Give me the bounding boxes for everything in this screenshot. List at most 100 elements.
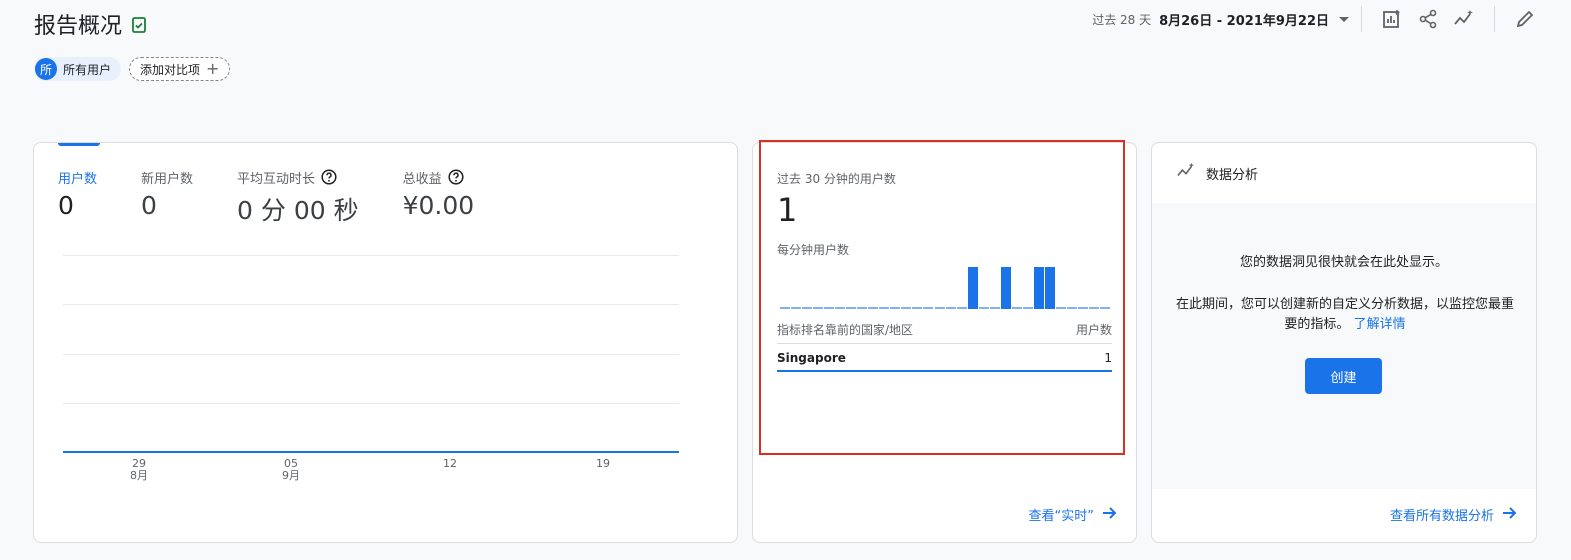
insights-icon: [1176, 162, 1196, 184]
realtime-card: 过去 30 分钟的用户数 1 每分钟用户数 指标排名靠前的国家/地区 用户数 S…: [752, 140, 1137, 543]
per-minute-bar: [912, 307, 923, 309]
per-minute-bar: [945, 307, 956, 309]
learn-more-link[interactable]: 了解详情: [1354, 317, 1406, 332]
chart-gridline: [63, 354, 679, 355]
metric-value: 0: [58, 191, 74, 220]
view-realtime-link[interactable]: 查看“实时”: [1029, 505, 1118, 524]
chart-gridline: [63, 403, 679, 404]
realtime-user-count: 1: [777, 191, 798, 229]
country-share-bar: [777, 370, 1112, 372]
help-icon[interactable]: [448, 169, 464, 185]
country-name: Singapore: [777, 351, 846, 365]
per-minute-bar: [890, 307, 901, 309]
tick-day: 12: [443, 457, 457, 470]
page-title: 报告概况: [34, 8, 148, 40]
per-minute-bar: [1055, 307, 1066, 309]
view-all-insights-label: 查看所有数据分析: [1389, 509, 1494, 524]
date-range-prefix: 过去 28 天: [1092, 12, 1152, 27]
per-minute-bar: [1022, 307, 1033, 309]
chart-gridline: [63, 304, 679, 305]
per-minute-bar: [967, 267, 978, 309]
date-range-picker[interactable]: 8月26日 - 2021年9月22日: [1159, 10, 1349, 29]
insights-card: 数据分析 您的数据洞见很快就会在此处显示。 在此期间，您可以创建新的自定义分析数…: [1151, 142, 1537, 543]
tick-month: 8月: [130, 469, 148, 482]
toolbar: 过去 28 天 8月26日 - 2021年9月22日: [1092, 6, 1543, 32]
users-column-header: 用户数: [1075, 323, 1112, 337]
insights-icon[interactable]: [1453, 8, 1475, 30]
per-minute-bar: [868, 307, 879, 309]
metric-tabs: 用户数 0 新用户数 0 平均互动时长 0 分 00 秒 总收益 ¥0.00: [58, 167, 518, 227]
per-minute-bar-chart: [780, 261, 1111, 309]
per-minute-bar: [813, 307, 824, 309]
tick-day: 19: [596, 457, 610, 470]
per-minute-bar: [1066, 307, 1077, 309]
divider: [1361, 6, 1362, 32]
metric-tab-revenue[interactable]: 总收益 ¥0.00: [402, 167, 475, 227]
per-minute-bar: [846, 307, 857, 309]
segment-chip-label: 所有用户: [63, 62, 112, 77]
plus-icon: +: [206, 59, 220, 78]
metric-value: 0 分 00 秒: [237, 196, 359, 225]
per-minute-bar: [1077, 307, 1088, 309]
per-minute-bar: [835, 307, 846, 309]
share-icon[interactable]: [1417, 8, 1439, 30]
metric-tab-new-users[interactable]: 新用户数 0: [141, 167, 193, 227]
per-minute-bar: [989, 307, 1000, 309]
create-insight-button[interactable]: 创建: [1305, 358, 1382, 394]
insights-description-text: 在此期间，您可以创建新的自定义分析数据，以监控您最重要的指标。: [1175, 297, 1514, 332]
per-minute-bar: [824, 307, 835, 309]
x-axis-tick: 12: [430, 458, 470, 470]
metric-label: 平均互动时长: [237, 171, 316, 187]
country-users: 1: [1104, 351, 1112, 365]
add-comparison-label: 添加对比项: [140, 62, 201, 77]
per-minute-bar: [1000, 267, 1011, 309]
per-minute-bar: [1011, 307, 1022, 309]
insights-description: 在此期间，您可以创建新的自定义分析数据，以监控您最重要的指标。 了解详情: [1172, 295, 1518, 335]
users-trend-line: [63, 451, 679, 453]
arrow-right-icon: [1502, 506, 1518, 524]
help-icon[interactable]: [321, 169, 337, 185]
country-column-header: 指标排名靠前的国家/地区: [777, 323, 914, 337]
per-minute-bar: [802, 307, 813, 309]
metric-tab-users[interactable]: 用户数 0: [58, 167, 97, 227]
chevron-down-icon: [1339, 16, 1349, 22]
comparison-chips: 所 所有用户 添加对比项 +: [34, 57, 231, 81]
country-table-header: 指标排名靠前的国家/地区 用户数: [777, 321, 1112, 338]
metric-label: 新用户数: [141, 171, 194, 187]
chart-gridline: [63, 255, 679, 256]
per-minute-bar: [1033, 267, 1044, 309]
per-minute-bar: [901, 307, 912, 309]
insights-title: 数据分析: [1206, 167, 1259, 183]
per-minute-bar: [791, 307, 801, 309]
divider: [1494, 6, 1495, 32]
edit-pencil-icon[interactable]: [1514, 8, 1536, 30]
customize-report-icon[interactable]: [1381, 8, 1403, 30]
metric-label: 总收益: [402, 171, 442, 187]
x-axis-tick: 05 9月: [271, 458, 311, 482]
realtime-title: 过去 30 分钟的用户数: [777, 172, 896, 186]
per-minute-bar: [978, 307, 989, 309]
per-minute-bar: [934, 307, 945, 309]
per-minute-bar: [780, 307, 790, 309]
metric-value: ¥0.00: [402, 191, 475, 220]
insights-header: 数据分析: [1152, 143, 1536, 203]
x-axis-tick: 29 8月: [119, 458, 159, 482]
per-minute-label: 每分钟用户数: [777, 243, 850, 257]
view-all-insights-link[interactable]: 查看所有数据分析: [1390, 505, 1518, 524]
per-minute-bar: [1044, 267, 1055, 309]
arrow-right-icon: [1102, 506, 1118, 524]
metric-tab-engagement-time[interactable]: 平均互动时长 0 分 00 秒: [237, 167, 359, 227]
per-minute-bar: [879, 307, 890, 309]
add-comparison-button[interactable]: 添加对比项 +: [129, 57, 231, 81]
x-axis-tick: 19: [583, 458, 623, 470]
per-minute-bar: [1088, 307, 1099, 309]
table-row: Singapore 1: [777, 351, 1112, 365]
tick-month: 9月: [282, 469, 300, 482]
segment-chip-all-users[interactable]: 所 所有用户: [34, 57, 122, 81]
divider: [777, 343, 1112, 344]
per-minute-bar: [956, 307, 967, 309]
active-tab-indicator: [58, 143, 100, 146]
page-title-text: 报告概况: [34, 14, 123, 39]
insights-empty-state: 您的数据洞见很快就会在此处显示。 在此期间，您可以创建新的自定义分析数据，以监控…: [1152, 203, 1536, 489]
per-minute-bar: [923, 307, 934, 309]
